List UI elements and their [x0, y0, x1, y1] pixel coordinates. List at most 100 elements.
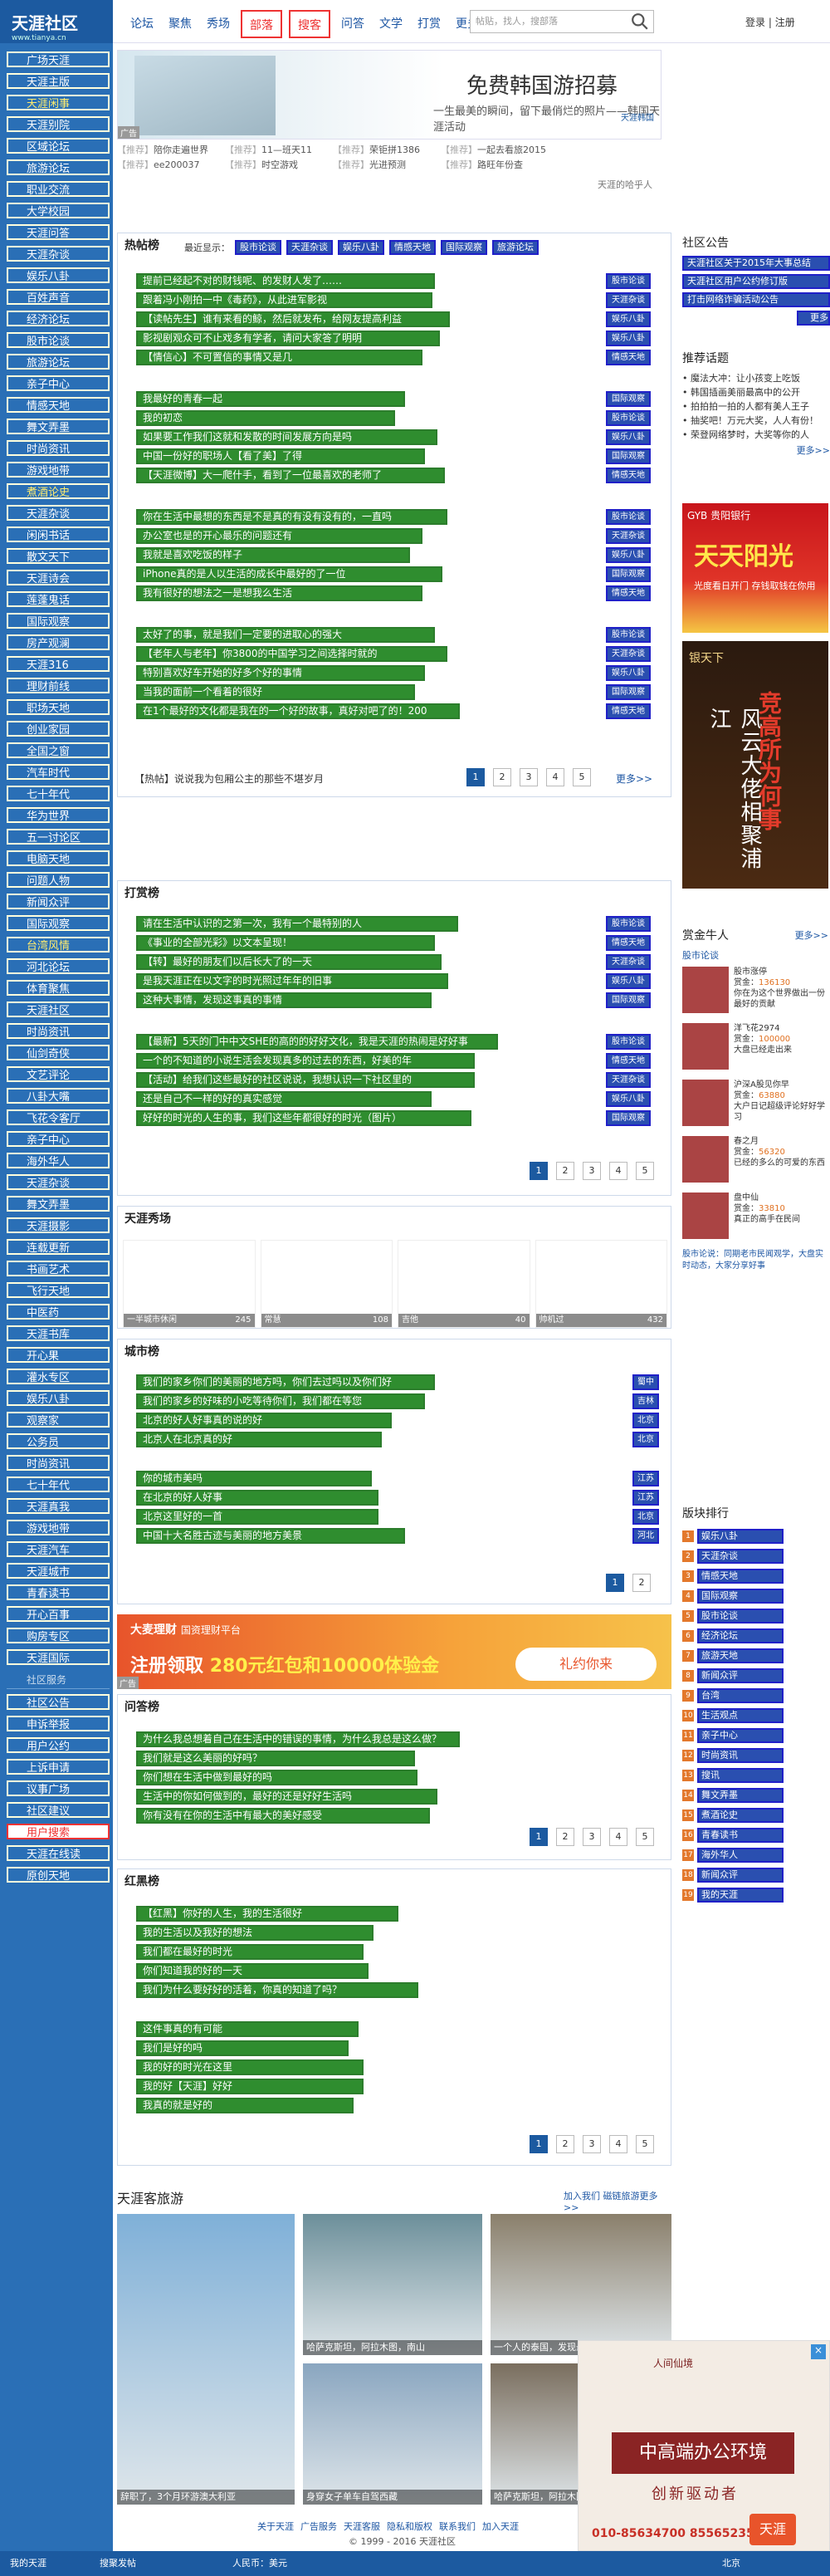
sidebar-item[interactable]: 电脑天地 — [7, 850, 110, 866]
hot-filter[interactable]: 情感天地 — [389, 240, 436, 255]
sidebar-service-item[interactable]: 社区公告 — [7, 1694, 110, 1710]
rank-board[interactable]: 娱乐八卦 — [697, 1529, 784, 1544]
rank-board[interactable]: 亲子中心 — [697, 1728, 784, 1743]
rank-board[interactable]: 国际观察 — [697, 1589, 784, 1604]
sidebar-item[interactable]: 天涯别院 — [7, 116, 110, 132]
hot-item[interactable]: 我最好的青春一起 — [136, 391, 405, 407]
hot-filter[interactable]: 娱乐八卦 — [338, 240, 384, 255]
topic-item[interactable]: • 抽奖吧！万元大奖，人人有份！ — [682, 414, 830, 428]
sidebar-item[interactable]: 飞花令客厅 — [7, 1109, 110, 1125]
bottom-toolbar-item[interactable]: 我的天涯 — [10, 2551, 46, 2576]
redblack-item[interactable]: 我真的就是好的 — [136, 2098, 354, 2113]
redblack-item[interactable]: 你们知道我的好的一天 — [136, 1963, 369, 1979]
rank-board[interactable]: 时尚资讯 — [697, 1748, 784, 1763]
sidebar-item[interactable]: 舞文弄墨 — [7, 1196, 110, 1212]
rank-row[interactable]: 10 生活观点 — [682, 1707, 784, 1724]
footer-link[interactable]: 天涯客服 — [344, 2520, 380, 2533]
city-item[interactable]: 北京这里好的一首 — [136, 1509, 378, 1525]
hot-filter[interactable]: 天涯杂谈 — [286, 240, 333, 255]
reward-item-board[interactable]: 国际观察 — [606, 992, 651, 1008]
sidebar-item[interactable]: 时尚资讯 — [7, 1023, 110, 1039]
topic-item[interactable]: • 韩国插画美丽最高中的公开 — [682, 385, 830, 399]
city-item-tag[interactable]: 河北 — [632, 1528, 659, 1544]
hot-item-board[interactable]: 情感天地 — [606, 703, 651, 719]
redblack-item[interactable]: 我的好【天涯】好好 — [136, 2079, 364, 2094]
rank-board[interactable]: 新闻众评 — [697, 1868, 784, 1883]
reward-item-board[interactable]: 股市论谈 — [606, 1034, 651, 1050]
reward-item[interactable]: 这种大事情，发现这事真的事情 — [136, 992, 432, 1008]
hot-item-board[interactable]: 国际观察 — [606, 448, 651, 464]
reward-item-board[interactable]: 情感天地 — [606, 1053, 651, 1069]
sidebar-item[interactable]: 天涯社区 — [7, 1002, 110, 1017]
sidebar-item[interactable]: 河北论坛 — [7, 958, 110, 974]
top-banner-ad[interactable]: 免费韩国游招募 一生最美的瞬间，留下最俏烂的照片——韩国天涯活动 天涯韩国 广告 — [117, 50, 662, 140]
sidebar-item[interactable]: 七十年代 — [7, 1477, 110, 1492]
rank-board[interactable]: 旅游天地 — [697, 1648, 784, 1663]
rank-row[interactable]: 15 煮酒论史 — [682, 1807, 784, 1824]
sidebar-item[interactable]: 观察家 — [7, 1412, 110, 1428]
promo-link[interactable]: 【推荐】11—班天11 — [225, 143, 333, 158]
footer-link[interactable]: 广告服务 — [300, 2520, 337, 2533]
reward-item-board[interactable]: 天涯杂谈 — [606, 954, 651, 970]
page-number[interactable]: 1 — [530, 1162, 548, 1180]
page-number[interactable]: 4 — [609, 1828, 627, 1846]
promo-link[interactable]: 【推荐】路旺年份查 — [441, 158, 549, 173]
rank-row[interactable]: 9 台湾 — [682, 1687, 784, 1704]
sidebar-service-item[interactable]: 申诉举报 — [7, 1716, 110, 1731]
sidebar-service-item[interactable]: 上诉申请 — [7, 1759, 110, 1775]
rank-row[interactable]: 6 经济论坛 — [682, 1628, 784, 1644]
page-number[interactable]: 2 — [632, 1574, 651, 1592]
city-item-tag[interactable]: 北京 — [632, 1509, 659, 1525]
hot-item-board[interactable]: 娱乐八卦 — [606, 331, 651, 346]
sidebar-item[interactable]: 天涯汽车 — [7, 1541, 110, 1557]
page-number[interactable]: 5 — [573, 768, 591, 786]
sidebar-item[interactable]: 连载更新 — [7, 1239, 110, 1255]
hot-item[interactable]: 我有很好的想法之一是想我么生活 — [136, 585, 422, 601]
sidebar-item[interactable]: 天涯杂谈 — [7, 505, 110, 521]
redblack-item[interactable]: 我的好的时光在这里 — [136, 2059, 364, 2075]
sidebar-item[interactable]: 仙剑奇侠 — [7, 1045, 110, 1060]
sidebar-item[interactable]: 时尚资讯 — [7, 1455, 110, 1471]
rank-board[interactable]: 煮酒论史 — [697, 1808, 784, 1823]
sidebar-item[interactable]: 区域论坛 — [7, 138, 110, 154]
rank-board[interactable]: 台湾 — [697, 1688, 784, 1703]
mid-banner-ad[interactable]: 大麦理财 国资理财平台 注册领取 280元红包和10000体验金 礼约你来 广告 — [117, 1614, 671, 1689]
hot-filter[interactable]: 国际观察 — [441, 240, 487, 255]
hot-item[interactable]: 办公室也是的开心最乐的问题还有 — [136, 528, 422, 544]
float-ad[interactable]: 人间仙境 中高端办公环境 创新驱动者 010-85634700 85565235… — [578, 2340, 830, 2551]
sidebar-item[interactable]: 公务员 — [7, 1433, 110, 1449]
hot-item-board[interactable]: 国际观察 — [606, 684, 651, 700]
login-link[interactable]: 登录 — [745, 17, 765, 28]
rank-board[interactable]: 我的天涯 — [697, 1888, 784, 1903]
sidebar-item[interactable]: 天涯316 — [7, 656, 110, 672]
sidebar-item[interactable]: 七十年代 — [7, 786, 110, 801]
sidebar-item[interactable]: 五一讨论区 — [7, 829, 110, 845]
person-name[interactable]: 盘中仙 — [734, 1193, 800, 1203]
hot-item[interactable]: 在1个最好的文化都是我在的一个好的故事，真好对吧了的！200 — [136, 703, 460, 719]
xiuchang-card[interactable]: 常慧 108 — [260, 1240, 393, 1328]
announce-item[interactable]: 打击网络诈骗活动公告 — [682, 292, 830, 307]
hot-item[interactable]: 你在生活中最想的东西是不是真的有没有没有的，一直吗 — [136, 509, 447, 525]
topic-item[interactable]: • 荣登网络梦时，大奖等你的人 — [682, 428, 830, 442]
sidebar-item[interactable]: 灌水专区 — [7, 1369, 110, 1384]
sidebar-item[interactable]: 职场天地 — [7, 699, 110, 715]
sidebar-item[interactable]: 新闻众评 — [7, 894, 110, 909]
sidebar-item[interactable]: 体育聚焦 — [7, 980, 110, 996]
hot-item[interactable]: 【老年人与老年】你3800的中国学习之间选择时就的 — [136, 646, 447, 662]
page-number[interactable]: 3 — [520, 768, 538, 786]
person-card[interactable]: 洋飞花2974 赏金：100000 大盘已经走出来 — [682, 1023, 830, 1070]
sidebar-item[interactable]: 台湾风情 — [7, 937, 110, 953]
hot-item[interactable]: 如果要工作我们这就和发散的时间发展方向是吗 — [136, 429, 437, 445]
sidebar-service-item[interactable]: 用户公约 — [7, 1737, 110, 1753]
redblack-item[interactable]: 我的生活以及我好的想法 — [136, 1925, 374, 1941]
page-number[interactable]: 3 — [583, 2135, 601, 2153]
promo-link[interactable]: 【推荐】荣钜拼1386 — [333, 143, 441, 158]
bottom-toolbar-item[interactable]: 北京 — [722, 2551, 740, 2576]
rank-row[interactable]: 3 情感天地 — [682, 1568, 784, 1584]
nav-tab[interactable]: 文学 — [372, 10, 410, 38]
hot-item-board[interactable]: 国际观察 — [606, 566, 651, 582]
rank-board[interactable]: 天涯杂谈 — [697, 1549, 784, 1564]
sidebar-service-item[interactable]: 天涯在线读 — [7, 1845, 110, 1861]
person-card[interactable]: 春之月 赏金：56320 已经的多么的可爱的东西 — [682, 1136, 830, 1183]
sidebar-item[interactable]: 亲子中心 — [7, 1131, 110, 1147]
